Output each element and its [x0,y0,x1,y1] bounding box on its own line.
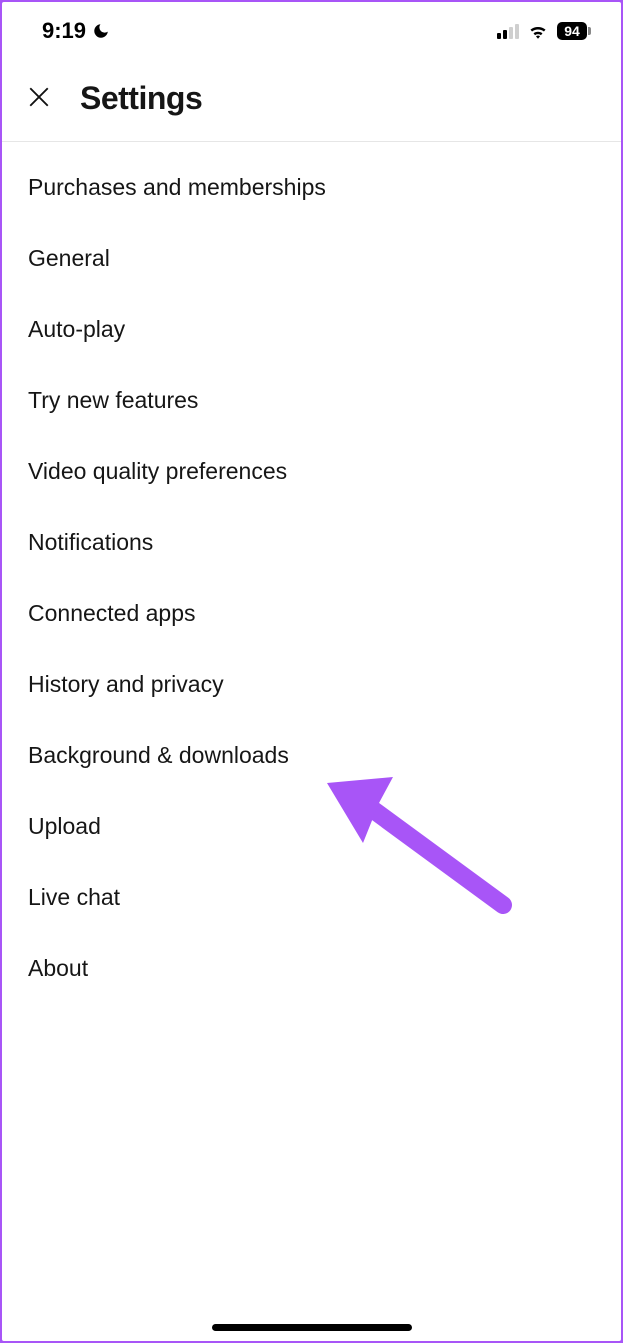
menu-item-label: Try new features [28,387,198,413]
cellular-signal-icon [497,23,519,39]
wifi-icon [527,20,549,42]
menu-item-auto-play[interactable]: Auto-play [2,294,621,365]
menu-item-connected-apps[interactable]: Connected apps [2,578,621,649]
menu-item-video-quality[interactable]: Video quality preferences [2,436,621,507]
home-indicator[interactable] [212,1324,412,1331]
status-time: 9:19 [42,18,86,44]
menu-item-label: Video quality preferences [28,458,287,484]
menu-item-label: Background & downloads [28,742,289,768]
menu-item-history-privacy[interactable]: History and privacy [2,649,621,720]
menu-item-label: About [28,955,88,981]
status-bar: 9:19 94 [2,2,621,60]
menu-item-upload[interactable]: Upload [2,791,621,862]
page-header: Settings [2,60,621,142]
menu-item-label: Upload [28,813,101,839]
menu-item-label: Notifications [28,529,153,555]
battery-indicator: 94 [557,22,591,40]
settings-menu: Purchases and memberships General Auto-pla… [2,142,621,1014]
battery-level: 94 [557,22,587,40]
menu-item-try-new-features[interactable]: Try new features [2,365,621,436]
menu-item-general[interactable]: General [2,223,621,294]
close-button[interactable] [22,82,56,116]
do-not-disturb-icon [92,22,110,40]
menu-item-background-downloads[interactable]: Background & downloads [2,720,621,791]
menu-item-label: Connected apps [28,600,196,626]
menu-item-about[interactable]: About [2,933,621,1004]
menu-item-label: Auto-play [28,316,125,342]
close-icon [24,82,54,115]
menu-item-label: History and privacy [28,671,224,697]
menu-item-notifications[interactable]: Notifications [2,507,621,578]
page-title: Settings [80,80,202,117]
menu-item-label: General [28,245,110,271]
menu-item-live-chat[interactable]: Live chat [2,862,621,933]
menu-item-label: Live chat [28,884,120,910]
menu-item-label: Purchases and memberships [28,174,326,200]
menu-item-purchases[interactable]: Purchases and memberships [2,152,621,223]
